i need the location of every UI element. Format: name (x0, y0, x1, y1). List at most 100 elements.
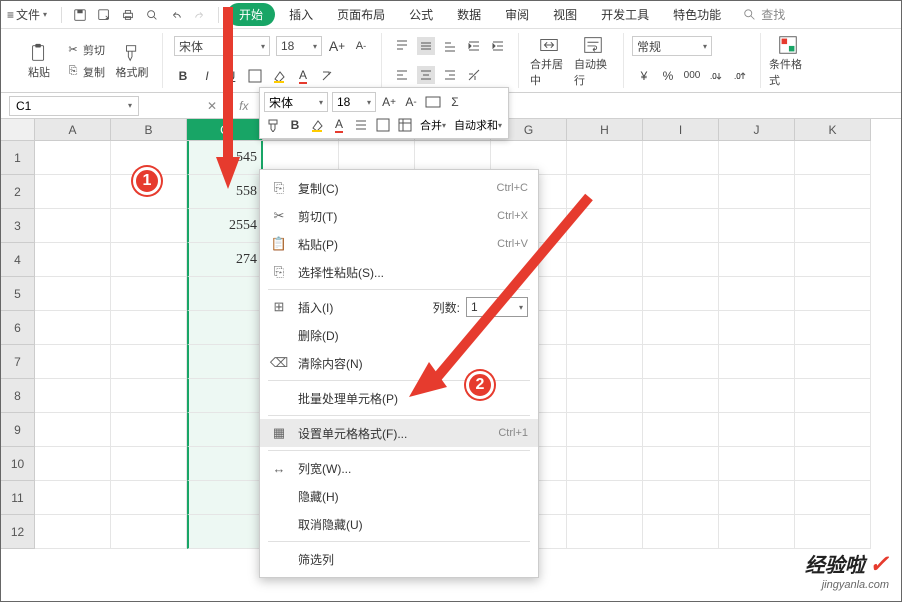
col-header-h[interactable]: H (567, 119, 643, 141)
row-header[interactable]: 12 (1, 515, 35, 549)
cell[interactable] (643, 447, 719, 481)
cell[interactable] (35, 481, 111, 515)
file-menu[interactable]: ≡文件▾ (7, 6, 47, 23)
cell[interactable] (719, 345, 795, 379)
cell[interactable] (35, 515, 111, 549)
cell[interactable] (719, 243, 795, 277)
cell[interactable] (111, 379, 187, 413)
ctx-batch-cells[interactable]: 批量处理单元格(P) (260, 384, 538, 412)
border-button[interactable] (246, 67, 264, 85)
fx-icon[interactable]: fx (239, 99, 248, 113)
save-icon[interactable] (70, 5, 90, 25)
ctx-paste-special[interactable]: ⎘选择性粘贴(S)... (260, 258, 538, 286)
font-color-button[interactable]: A (294, 67, 312, 85)
cell[interactable] (719, 311, 795, 345)
cell[interactable] (795, 311, 871, 345)
increase-font-icon[interactable]: A+ (328, 37, 346, 55)
mini-font-name[interactable]: 宋体▾ (264, 92, 328, 112)
cell[interactable] (111, 277, 187, 311)
merge-center-button[interactable]: 合并居中 (530, 34, 568, 88)
cell[interactable] (567, 515, 643, 549)
cell[interactable] (643, 209, 719, 243)
currency-icon[interactable]: ¥ (635, 67, 653, 85)
cell[interactable] (643, 141, 719, 175)
cell[interactable] (719, 141, 795, 175)
cell[interactable] (187, 311, 263, 345)
cell[interactable] (35, 345, 111, 379)
bold-button[interactable]: B (174, 67, 192, 85)
ctx-delete[interactable]: 删除(D) (260, 321, 538, 349)
ctx-format-cells[interactable]: ▦设置单元格格式(F)...Ctrl+1 (260, 419, 538, 447)
tab-insert[interactable]: 插入 (279, 3, 323, 26)
align-left-icon[interactable] (393, 66, 411, 84)
cell[interactable] (567, 481, 643, 515)
cell[interactable] (643, 243, 719, 277)
mini-align-icon[interactable] (352, 116, 370, 134)
cell[interactable] (111, 413, 187, 447)
cell[interactable] (567, 209, 643, 243)
redo-icon[interactable] (190, 5, 210, 25)
cell[interactable] (187, 413, 263, 447)
row-header[interactable]: 5 (1, 277, 35, 311)
row-header[interactable]: 9 (1, 413, 35, 447)
mini-bold-button[interactable]: B (286, 116, 304, 134)
tab-data[interactable]: 数据 (447, 3, 491, 26)
cell[interactable] (111, 447, 187, 481)
conditional-format-button[interactable]: 条件格式 (769, 34, 807, 88)
cell[interactable] (111, 311, 187, 345)
mini-increase-font-icon[interactable]: A+ (380, 93, 398, 111)
tab-page-layout[interactable]: 页面布局 (327, 3, 395, 26)
save-as-icon[interactable] (94, 5, 114, 25)
mini-merge-button[interactable]: 合并▾ (418, 116, 448, 134)
cell[interactable] (567, 311, 643, 345)
cell[interactable] (795, 481, 871, 515)
increase-decimal-icon[interactable]: .0 (707, 67, 725, 85)
underline-button[interactable]: U (222, 67, 240, 85)
undo-icon[interactable] (166, 5, 186, 25)
indent-decrease-icon[interactable] (465, 37, 483, 55)
cell[interactable] (35, 379, 111, 413)
orientation-icon[interactable] (465, 66, 483, 84)
ctx-hide[interactable]: 隐藏(H) (260, 482, 538, 510)
cell[interactable] (567, 141, 643, 175)
cell[interactable] (795, 209, 871, 243)
cell[interactable] (35, 209, 111, 243)
cell[interactable]: 545 (187, 141, 263, 175)
format-painter-button[interactable]: 格式刷 (113, 42, 151, 80)
cut-button[interactable]: ✂剪切 (64, 41, 107, 59)
font-name-select[interactable]: 宋体▾ (174, 36, 270, 56)
print-preview-icon[interactable] (142, 5, 162, 25)
cell[interactable] (719, 413, 795, 447)
mini-autosum-icon[interactable]: Σ (446, 93, 464, 111)
cell[interactable] (643, 175, 719, 209)
ctx-insert[interactable]: ⊞插入(I)列数:1▾ (260, 293, 538, 321)
fill-color-button[interactable] (270, 67, 288, 85)
ctx-copy[interactable]: ⎘复制(C)Ctrl+C (260, 174, 538, 202)
align-top-icon[interactable] (393, 37, 411, 55)
decrease-decimal-icon[interactable]: .0 (731, 67, 749, 85)
cell[interactable] (643, 311, 719, 345)
cell[interactable] (719, 515, 795, 549)
cell[interactable] (567, 345, 643, 379)
mini-font-color-icon[interactable]: A (330, 116, 348, 134)
row-header[interactable]: 7 (1, 345, 35, 379)
align-right-icon[interactable] (441, 66, 459, 84)
mini-border-icon[interactable] (374, 116, 392, 134)
cell[interactable] (795, 175, 871, 209)
col-header-a[interactable]: A (35, 119, 111, 141)
number-format-select[interactable]: 常规▾ (632, 36, 712, 56)
tab-features[interactable]: 特色功能 (663, 3, 731, 26)
cell[interactable] (567, 175, 643, 209)
cell[interactable] (795, 277, 871, 311)
cell[interactable] (187, 345, 263, 379)
cell[interactable] (111, 345, 187, 379)
cell[interactable] (111, 515, 187, 549)
cell[interactable] (643, 481, 719, 515)
tab-formula[interactable]: 公式 (399, 3, 443, 26)
cell[interactable] (719, 175, 795, 209)
cell-reference-input[interactable]: C1▾ (9, 96, 139, 116)
cell[interactable] (643, 345, 719, 379)
cell[interactable] (35, 413, 111, 447)
col-header-j[interactable]: J (719, 119, 795, 141)
percent-icon[interactable]: % (659, 67, 677, 85)
